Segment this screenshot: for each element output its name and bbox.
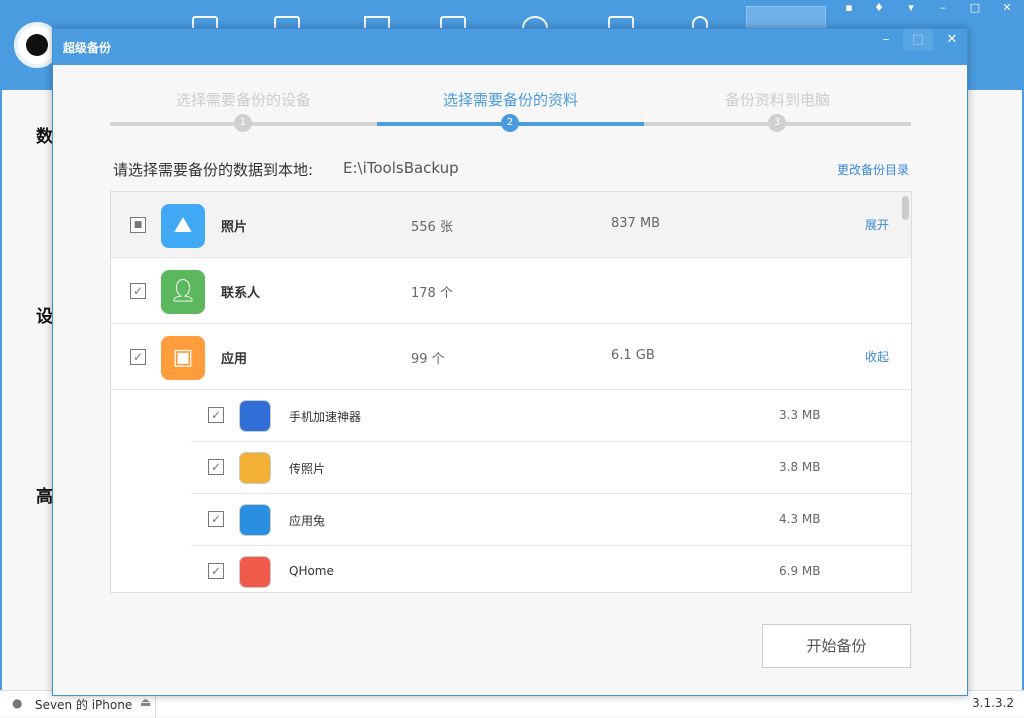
app-name: 传照片	[289, 462, 326, 476]
category-count: 556 张	[411, 220, 453, 235]
checkbox-checked[interactable]: ✓	[208, 511, 224, 527]
step-3-dot: 3	[768, 114, 786, 132]
app-name: 手机加速神器	[289, 410, 362, 424]
partial-checkbox[interactable]: ■	[130, 217, 146, 233]
category-name: 联系人	[221, 286, 261, 301]
eject-icon[interactable]: ⏏	[140, 695, 151, 709]
skin-icon[interactable]: ♦	[868, 0, 890, 16]
app-size: 3.8 MB	[779, 460, 821, 474]
app-size: 6.9 MB	[779, 564, 821, 578]
app-row[interactable]: ✓ QHome 6.9 MB	[191, 546, 911, 592]
step-3-label: 备份资料到电脑	[724, 91, 830, 109]
maximize-icon[interactable]: □	[964, 0, 986, 16]
version-label: 3.1.3.2	[972, 696, 1014, 710]
dialog-title: 超级备份	[53, 29, 967, 65]
category-count: 99 个	[411, 352, 445, 367]
checkbox-checked[interactable]: ✓	[130, 349, 146, 365]
step-1-label: 选择需要备份的设备	[175, 91, 311, 109]
category-row-contacts[interactable]: ✓ 👤︎ 联系人 178 个	[111, 258, 911, 324]
expand-link[interactable]: 展开	[865, 216, 889, 233]
app-row[interactable]: ✓ 应用兔 4.3 MB	[191, 494, 911, 546]
scrollbar[interactable]	[902, 196, 909, 220]
app-size: 4.3 MB	[779, 512, 821, 526]
app-row[interactable]: ✓ 手机加速神器 3.3 MB	[191, 390, 911, 442]
bg-section: 设	[36, 307, 53, 327]
checkbox-checked[interactable]: ✓	[208, 407, 224, 423]
app-icon	[239, 504, 271, 536]
person-icon: 👤︎	[161, 270, 205, 314]
bg-section: 高	[36, 487, 53, 507]
category-count: 178 个	[411, 286, 453, 301]
checkbox-checked[interactable]: ✓	[208, 459, 224, 475]
app-size: 3.3 MB	[779, 408, 821, 422]
category-name: 照片	[221, 220, 248, 235]
category-row-apps[interactable]: ✓ ▣ 应用 99 个 6.1 GB 收起	[111, 324, 911, 390]
checkbox-checked[interactable]: ✓	[208, 563, 224, 579]
category-name: 应用	[221, 352, 248, 367]
category-size: 837 MB	[611, 216, 661, 231]
device-name[interactable]: Seven 的 iPhone	[35, 696, 132, 713]
dialog-minimize-icon[interactable]: –	[871, 29, 901, 51]
message-icon[interactable]: ▪	[838, 0, 860, 16]
app-icon	[239, 452, 271, 484]
backup-list: ■ ⛰ 照片 556 张 837 MB 展开 ✓ 👤︎ 联系人 178 个 ✓ …	[110, 191, 912, 593]
app-icon	[239, 556, 271, 588]
step-2-label: 选择需要备份的资料	[442, 91, 578, 109]
apps-icon: ▣	[161, 336, 205, 380]
menu-icon[interactable]: ▾	[900, 0, 922, 16]
start-backup-button[interactable]: 开始备份	[762, 624, 911, 668]
minimize-icon[interactable]: –	[932, 0, 954, 16]
app-row[interactable]: ✓ 传照片 3.8 MB	[191, 442, 911, 494]
step-2-dot: 2	[501, 114, 519, 132]
checkbox-checked[interactable]: ✓	[130, 283, 146, 299]
close-icon[interactable]: ✕	[996, 0, 1018, 16]
app-name: QHome	[289, 564, 334, 578]
category-row-photos[interactable]: ■ ⛰ 照片 556 张 837 MB 展开	[111, 192, 911, 258]
step-1-dot: 1	[234, 114, 252, 132]
image-icon: ⛰	[161, 204, 205, 248]
bg-section: 数	[36, 127, 53, 147]
apple-icon: ●	[12, 696, 23, 710]
change-dir-link[interactable]: 更改备份目录	[837, 161, 909, 178]
dialog-close-icon[interactable]: ✕	[937, 29, 967, 51]
app-icon	[239, 400, 271, 432]
category-size: 6.1 GB	[611, 348, 655, 363]
path-label: 请选择需要备份的数据到本地:	[113, 161, 314, 179]
collapse-link[interactable]: 收起	[865, 348, 889, 365]
dialog-maximize-icon: □	[903, 29, 933, 51]
backup-path: E:\iToolsBackup	[343, 159, 459, 177]
app-name: 应用兔	[289, 514, 326, 528]
super-backup-dialog: 超级备份 – □ ✕ 选择需要备份的设备 选择需要备份的资料 备份资料到电脑 1…	[52, 28, 968, 696]
